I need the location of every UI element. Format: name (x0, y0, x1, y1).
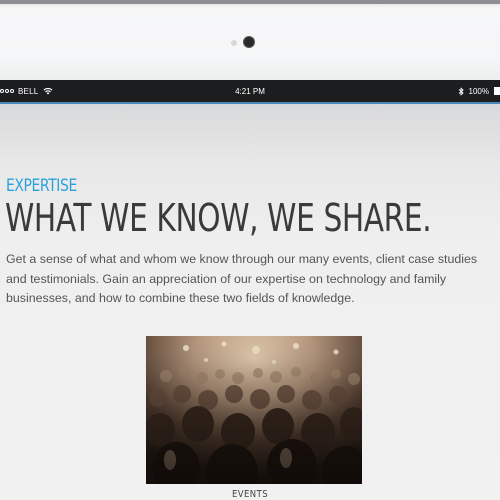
front-camera-icon (244, 37, 254, 47)
battery-icon (494, 87, 500, 95)
events-crowd-image[interactable] (146, 336, 362, 484)
bezel-edge (0, 0, 500, 4)
tablet-bezel-top (0, 0, 500, 80)
proximity-sensor (231, 40, 237, 46)
page-title: WHAT WE KNOW, WE SHARE. (5, 196, 432, 240)
events-caption-link[interactable]: EVENTS (38, 489, 463, 500)
intro-paragraph: Get a sense of what and whom we know thr… (6, 252, 478, 305)
status-bar: BELL 4:21 PM 100% (0, 80, 500, 102)
status-right: 100% (458, 80, 500, 102)
tablet-screenshot: BELL 4:21 PM 100% EXPERTISE WHAT WE KNOW… (0, 0, 500, 500)
battery-percent: 100% (468, 86, 489, 96)
bluetooth-icon (458, 86, 464, 96)
status-time: 4:21 PM (235, 86, 265, 96)
web-page-content: EXPERTISE WHAT WE KNOW, WE SHARE. Get a … (0, 104, 500, 500)
section-eyebrow: EXPERTISE (6, 176, 77, 196)
